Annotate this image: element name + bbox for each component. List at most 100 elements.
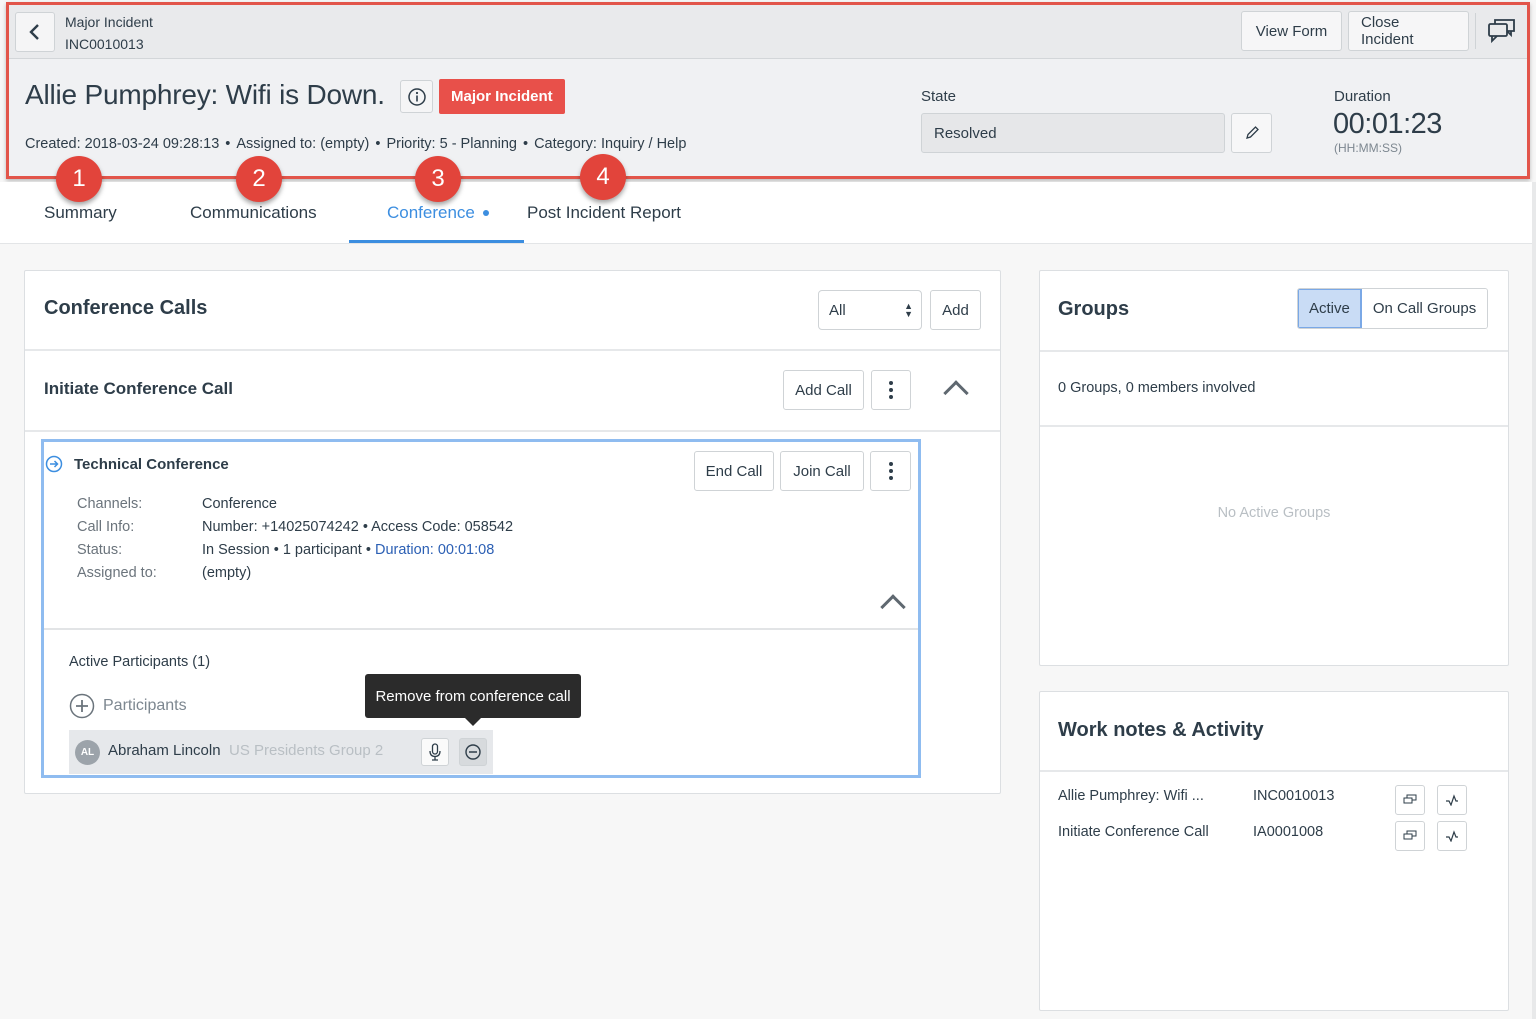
- groups-title: Groups: [1058, 298, 1130, 320]
- divider: [25, 349, 1000, 351]
- state-label: State: [921, 88, 957, 105]
- plus-circle-icon: [69, 693, 95, 719]
- minus-circle-icon: [465, 744, 481, 760]
- participant-group: US Presidents Group 2: [229, 742, 384, 759]
- created-info: Created: 2018-03-24 09:28:13: [25, 136, 220, 152]
- channels-value: Conference: [202, 496, 277, 512]
- join-call-button[interactable]: Join Call: [780, 451, 864, 491]
- groups-count: 0 Groups, 0 members involved: [1058, 380, 1256, 396]
- participant-name: Abraham Lincoln: [108, 742, 221, 759]
- end-call-button[interactable]: End Call: [694, 451, 774, 491]
- toggle-on-call-groups[interactable]: On Call Groups: [1361, 289, 1488, 328]
- annotation-marker-3: 3: [415, 156, 461, 202]
- remove-participant-button[interactable]: [459, 738, 487, 766]
- breadcrumb: Major Incident INC0010013: [65, 11, 153, 55]
- call-info-value: Number: +14025074242 • Access Code: 0585…: [202, 519, 514, 535]
- back-button[interactable]: [15, 12, 55, 52]
- assigned-to-label: Assigned to:: [77, 565, 157, 581]
- initiate-conference-title: Initiate Conference Call: [44, 379, 233, 398]
- assigned-info: Assigned to: (empty): [236, 136, 370, 152]
- select-arrows-icon: ▲ ▼: [904, 301, 913, 319]
- divider: [25, 430, 1000, 432]
- add-call-button[interactable]: Add Call: [783, 370, 864, 410]
- work-note-number: IA0001008: [1253, 824, 1324, 840]
- active-tab-indicator: [349, 240, 524, 243]
- call-filter-select[interactable]: All ▲ ▼: [818, 290, 922, 330]
- divider: [44, 628, 918, 630]
- edit-state-button[interactable]: [1231, 113, 1272, 153]
- activity-button[interactable]: [1437, 785, 1467, 815]
- info-circle-icon: [407, 87, 426, 106]
- status-value: In Session • 1 participant • Duration: 0…: [202, 542, 495, 558]
- incident-title: Allie Pumphrey: Wifi is Down.: [25, 79, 385, 110]
- unread-dot-icon: [482, 210, 489, 216]
- kebab-menu-icon: [888, 462, 893, 480]
- call-more-button[interactable]: [870, 451, 911, 491]
- microphone-icon: [429, 743, 441, 761]
- technical-conference-card: Technical Conference Channels: Conferenc…: [41, 439, 921, 778]
- conference-calls-title: Conference Calls: [44, 297, 208, 319]
- annotation-marker-1: 1: [56, 156, 102, 202]
- top-bar: Major Incident INC0010013 View Form Clos…: [9, 5, 1527, 59]
- open-chat-button[interactable]: [1395, 821, 1425, 851]
- annotation-marker-2: 2: [236, 156, 282, 202]
- call-duration-link[interactable]: Duration: 00:01:08: [375, 542, 494, 558]
- chat-bubbles-icon: [1403, 830, 1417, 840]
- toolbar-divider: [1475, 13, 1476, 49]
- record-number: INC0010013: [65, 36, 144, 52]
- call-title: Technical Conference: [74, 456, 229, 473]
- state-field[interactable]: Resolved: [921, 113, 1225, 153]
- empty-state: No Active Groups: [1217, 505, 1331, 521]
- work-note-name[interactable]: Initiate Conference Call: [1058, 824, 1209, 840]
- duration-label: Duration: [1334, 88, 1391, 105]
- divider: [1040, 425, 1508, 427]
- chat-bubbles-icon: [1403, 794, 1417, 804]
- work-notes-title: Work notes & Activity: [1058, 719, 1264, 741]
- assigned-to-value: (empty): [202, 565, 252, 581]
- mute-button[interactable]: [421, 738, 449, 766]
- annotation-marker-4: 4: [580, 154, 626, 200]
- status-label: Status:: [77, 542, 123, 558]
- duration-value: 00:01:23: [1333, 108, 1442, 140]
- info-button[interactable]: [400, 80, 433, 113]
- participant-row: AL Abraham Lincoln US Presidents Group 2: [69, 730, 493, 774]
- chevron-left-icon: [29, 24, 39, 40]
- priority-info: Priority: 5 - Planning: [386, 136, 517, 152]
- incident-header: Major Incident INC0010013 View Form Clos…: [6, 2, 1530, 179]
- view-form-button[interactable]: View Form: [1241, 11, 1342, 51]
- collapse-call-chevron-up-icon[interactable]: [880, 594, 906, 620]
- initiate-more-button[interactable]: [871, 370, 911, 410]
- page-scrollbar[interactable]: [1532, 182, 1536, 1019]
- pencil-icon: [1245, 126, 1259, 139]
- duration-unit: (HH:MM:SS): [1334, 141, 1402, 155]
- chat-bubbles-icon[interactable]: [1487, 17, 1517, 45]
- tab-bar: Summary Communications Conference Post I…: [0, 182, 1536, 244]
- divider: [1040, 770, 1508, 772]
- major-incident-badge: Major Incident: [439, 79, 565, 114]
- activity-pulse-icon: [1446, 794, 1458, 806]
- groups-panel: [1039, 270, 1509, 666]
- divider: [1040, 350, 1508, 352]
- channels-label: Channels:: [77, 496, 143, 512]
- remove-tooltip: Remove from conference call: [365, 674, 581, 726]
- tab-conference-label: Conference: [387, 203, 475, 222]
- kebab-menu-icon: [889, 381, 893, 399]
- add-participants-label: Participants: [103, 697, 187, 714]
- activity-pulse-icon: [1446, 830, 1458, 842]
- add-conference-button[interactable]: Add: [930, 290, 981, 330]
- category-info: Category: Inquiry / Help: [534, 136, 687, 152]
- toggle-active[interactable]: Active: [1298, 289, 1362, 328]
- arrow-circle-right-icon: [45, 455, 63, 473]
- call-filter-value: All: [829, 301, 846, 319]
- close-incident-button[interactable]: Close Incident: [1348, 11, 1469, 51]
- open-chat-button[interactable]: [1395, 785, 1425, 815]
- add-participants-button[interactable]: Participants: [69, 693, 187, 719]
- avatar: AL: [75, 740, 100, 765]
- work-note-number: INC0010013: [1253, 788, 1335, 804]
- call-info-label: Call Info:: [77, 519, 135, 535]
- active-participants-label: Active Participants (1): [69, 654, 211, 670]
- activity-button[interactable]: [1437, 821, 1467, 851]
- work-note-name[interactable]: Allie Pumphrey: Wifi ...: [1058, 788, 1204, 804]
- groups-toggle: Active On Call Groups: [1297, 288, 1489, 329]
- incident-meta: Created: 2018-03-24 09:28:13 • Assigned to…: [25, 136, 687, 152]
